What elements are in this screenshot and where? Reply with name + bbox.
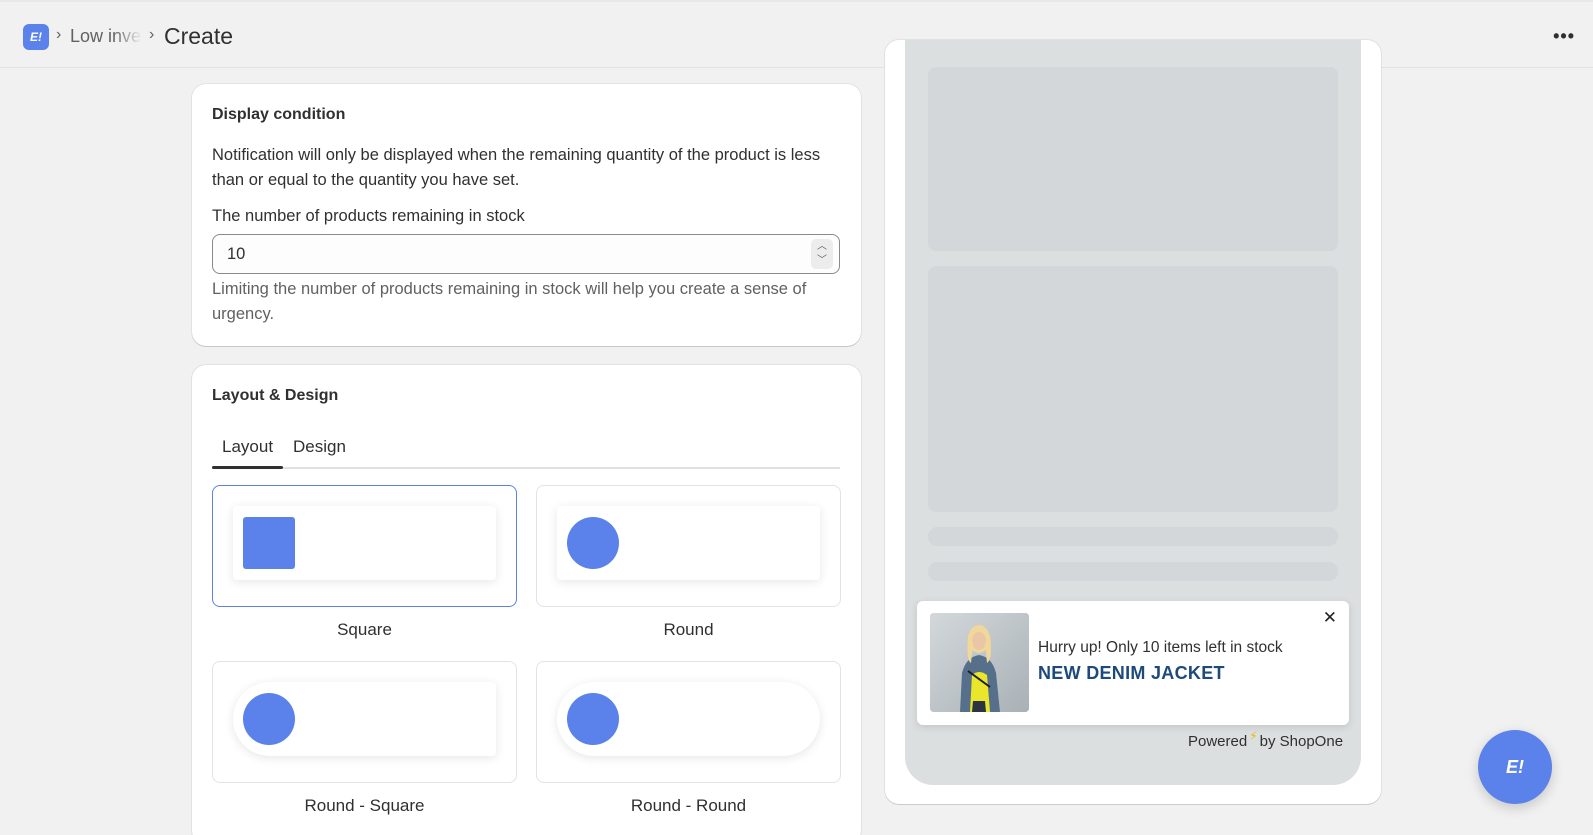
layout-preview-card	[557, 682, 820, 756]
app-chat-launcher-button[interactable]: E!	[1478, 730, 1552, 804]
layout-option-label: Square	[337, 620, 392, 639]
stock-quantity-value: 10	[227, 244, 246, 263]
placeholder-block	[928, 266, 1338, 512]
placeholder-line	[928, 562, 1338, 581]
display-condition-title: Display condition	[212, 106, 346, 123]
stock-quantity-label: The number of products remaining in stoc…	[212, 207, 525, 225]
layout-preview-card	[233, 682, 496, 756]
round-image-placeholder-icon	[243, 693, 295, 745]
layout-preview-card	[557, 506, 820, 580]
page-title: Create	[164, 23, 234, 49]
chevron-down-icon[interactable]: ﹀	[817, 255, 827, 267]
powered-by-text: Powered ⚡ by ShopOne	[1188, 729, 1344, 750]
round-image-placeholder-icon	[567, 693, 619, 745]
layout-design-card: Layout & Design Layout Design Square Rou…	[192, 365, 861, 835]
notification-product-name[interactable]: NEW DENIM JACKET	[1038, 663, 1225, 684]
app-logo-icon[interactable]: E!	[23, 24, 49, 50]
placeholder-block	[928, 67, 1338, 251]
round-image-placeholder-icon	[567, 517, 619, 569]
stock-quantity-input[interactable]: 10 ︿ ﹀	[212, 234, 840, 274]
lightning-bolt-icon: ⚡	[1249, 729, 1258, 743]
layout-option-round[interactable]	[536, 485, 841, 607]
chevron-up-icon[interactable]: ︿	[817, 241, 827, 253]
square-image-placeholder-icon	[243, 517, 295, 569]
layout-option-label: Round	[663, 620, 714, 639]
more-horizontal-icon[interactable]: •••	[1553, 26, 1575, 47]
layout-design-title: Layout & Design	[212, 387, 339, 404]
layout-option-label: Round - Square	[304, 796, 425, 815]
layout-option-square[interactable]	[212, 485, 517, 607]
close-icon[interactable]: ✕	[1323, 608, 1337, 628]
stock-quantity-help-text: Limiting the number of products remainin…	[212, 280, 807, 323]
layout-option-label: Round - Round	[630, 796, 747, 815]
powered-prefix: Powered	[1188, 733, 1248, 750]
stock-notification-popup[interactable]: Hurry up! Only 10 items left in stock NE…	[917, 601, 1349, 725]
layout-preview-card	[233, 506, 496, 580]
tab-design[interactable]: Design	[293, 437, 346, 457]
notification-message: Hurry up! Only 10 items left in stock	[1038, 639, 1283, 656]
breadcrumb-separator-icon: ›	[149, 26, 155, 43]
display-condition-card: Display condition Notification will only…	[192, 84, 861, 346]
powered-suffix: by ShopOne	[1259, 733, 1344, 750]
layout-option-round-square[interactable]	[212, 661, 517, 783]
display-condition-description: Notification will only be displayed when…	[212, 146, 821, 189]
placeholder-line	[928, 527, 1338, 546]
tab-layout[interactable]: Layout	[222, 437, 273, 457]
layout-design-tabs: Layout Design	[212, 431, 840, 469]
breadcrumb-parent-link[interactable]: Low inventory	[70, 26, 142, 47]
product-photo-icon	[930, 613, 1029, 712]
tab-selected-indicator	[212, 466, 283, 469]
quantity-stepper[interactable]: ︿ ﹀	[811, 239, 833, 269]
breadcrumb-separator-icon: ›	[56, 26, 62, 43]
layout-option-round-round[interactable]	[536, 661, 841, 783]
product-image	[930, 613, 1029, 712]
